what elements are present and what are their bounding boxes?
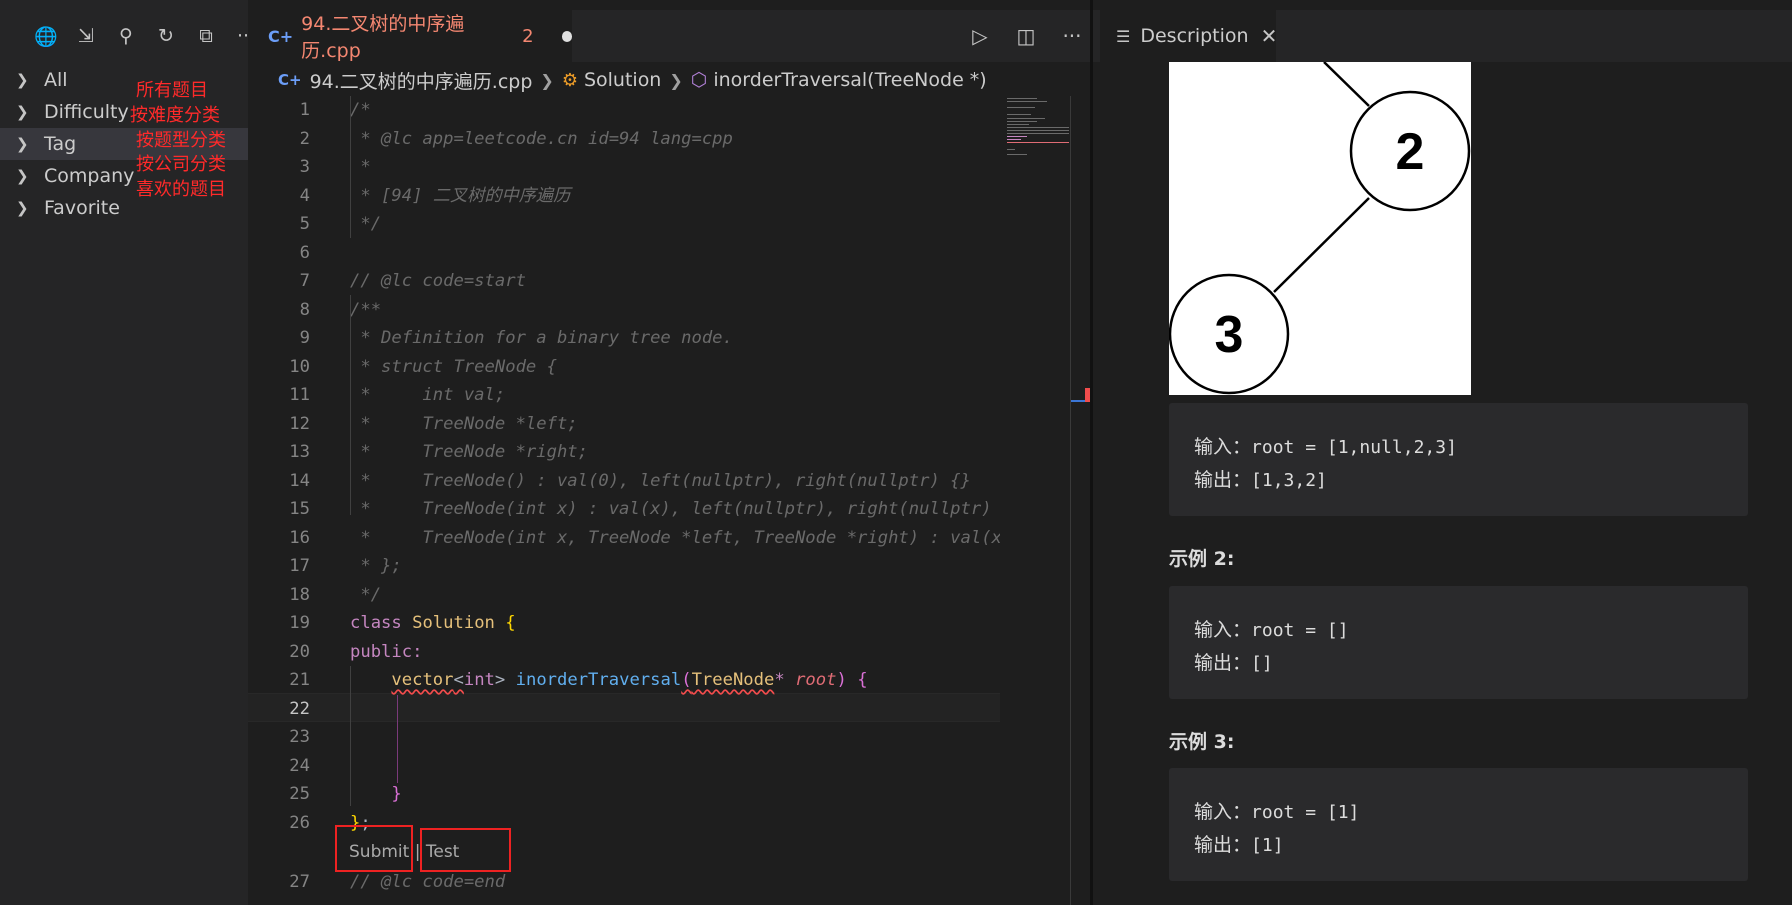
example-output-line: 输出：[1] — [1194, 834, 1284, 856]
code-line: 16 * TreeNode(int x, TreeNode *left, Tre… — [289, 527, 1000, 548]
breadcrumb-file[interactable]: 94.二叉树的中序遍历.cpp — [310, 67, 533, 94]
run-icon[interactable]: ▷ — [965, 22, 995, 50]
code-line: 9 * Definition for a binary tree node. — [299, 328, 733, 348]
code-line: 20 public: — [289, 641, 423, 662]
breadcrumb-class[interactable]: Solution — [584, 69, 661, 91]
test-highlight-box — [420, 828, 511, 872]
cpp-file-icon: C+ — [278, 71, 302, 89]
annotation-difficulty: 按难度分类 — [130, 105, 220, 126]
chevron-right-icon: ❯ — [669, 70, 683, 90]
code-line: 5 */ — [299, 214, 382, 234]
annotation-favorite: 喜欢的题目 — [136, 179, 226, 200]
chevron-right-icon: ❯ — [16, 167, 29, 185]
more-icon[interactable]: ··· — [1057, 22, 1087, 50]
code-line: 12 * TreeNode *left; — [289, 413, 578, 434]
problem-count-badge: 2 — [522, 25, 534, 47]
chevron-right-icon: ❯ — [540, 70, 554, 90]
sidebar-item-label: All — [44, 69, 68, 91]
editor-scrollbar[interactable] — [1070, 96, 1071, 905]
example-2-box: 输入：root = [] 输出：[] — [1169, 586, 1748, 699]
sidebar-item-label: Tag — [44, 133, 77, 155]
code-line: 11 * int val; — [289, 385, 506, 405]
chevron-right-icon: ❯ — [16, 103, 29, 121]
method-icon: ⬡ — [690, 69, 708, 91]
preview-icon: ☰ — [1116, 26, 1131, 46]
breadcrumb: C+ 94.二叉树的中序遍历.cpp ❯ ⚙ Solution ❯ ⬡ inor… — [278, 66, 987, 94]
binary-tree-image: 2 3 — [1169, 62, 1471, 395]
code-line: 19 class Solution { — [289, 613, 516, 633]
code-line: 2 * @lc app=leetcode.cn id=94 lang=cpp — [299, 128, 733, 149]
tab-description[interactable]: ☰ Description ✕ — [1100, 10, 1278, 62]
code-line: 17 * }; — [289, 556, 402, 576]
example-1-box: 输入：root = [1,null,2,3] 输出：[1,3,2] — [1169, 403, 1748, 516]
code-line: 13 * TreeNode *right; — [289, 442, 588, 462]
breadcrumb-method[interactable]: inorderTraversal(TreeNode *) — [713, 69, 986, 91]
code-line: 10 * struct TreeNode { — [289, 356, 557, 377]
sidebar-item-label: Favorite — [44, 197, 120, 219]
binary-tree-diagram: 2 3 — [1169, 62, 1471, 395]
code-line: 8/** — [299, 299, 382, 320]
tree-node-3-label: 3 — [1215, 306, 1244, 364]
example-output-line: 输出：[] — [1194, 652, 1273, 674]
code-line: 4 * [94] 二叉树的中序遍历 — [299, 185, 571, 206]
example-input-line: 输入：root = [1,null,2,3] — [1194, 436, 1457, 458]
chevron-right-icon: ❯ — [16, 135, 29, 153]
example-3-heading: 示例 3: — [1169, 731, 1235, 753]
annotation-tag: 按题型分类 — [136, 130, 226, 151]
chevron-right-icon: ❯ — [16, 199, 29, 217]
refresh-icon[interactable]: ↻ — [153, 23, 179, 49]
code-line: 3 * — [299, 157, 371, 177]
tab-title: 94.二叉树的中序遍历.cpp — [301, 13, 465, 62]
split-editor-icon[interactable]: ◫ — [1011, 22, 1041, 50]
code-line: 27// @lc code=end — [289, 872, 506, 892]
tree-node-2-label: 2 — [1396, 123, 1425, 181]
code-line: 15 * TreeNode(int x) : val(x), left(null… — [289, 499, 1000, 519]
code-line: 24 — [289, 755, 310, 776]
chevron-right-icon: ❯ — [16, 71, 29, 89]
collapse-all-icon[interactable]: ⧉ — [193, 23, 219, 49]
bracket-guide — [397, 695, 398, 783]
editor-tab[interactable]: C+ 94.二叉树的中序遍历.cpp 2 — [248, 10, 572, 62]
example-output-line: 输出：[1,3,2] — [1194, 469, 1327, 491]
indent-guide — [350, 96, 351, 238]
indent-guide — [350, 666, 351, 806]
code-line: 6 — [299, 242, 310, 263]
code-line: 7// @lc code=start — [299, 271, 526, 291]
code-line: 14 * TreeNode() : val(0), left(nullptr),… — [289, 470, 971, 491]
sidebar-toolbar: 🌐 ⇲ ⚲ ↻ ⧉ ··· — [33, 22, 259, 50]
globe-icon[interactable]: 🌐 — [33, 23, 59, 49]
submit-highlight-box — [335, 825, 413, 872]
annotation-company: 按公司分类 — [136, 154, 226, 175]
code-area[interactable]: 1/* 2 * @lc app=leetcode.cn id=94 lang=c… — [248, 96, 1000, 905]
code-line: 18 */ — [289, 584, 382, 605]
minimap[interactable] — [1005, 96, 1071, 905]
annotation-all: 所有题目 — [136, 80, 208, 101]
code-line: 23 — [289, 727, 310, 747]
search-icon[interactable]: ⚲ — [113, 23, 139, 49]
code-line: 22 — [289, 698, 310, 719]
example-2-heading: 示例 2: — [1169, 548, 1235, 570]
example-3-box: 输入：root = [1] 输出：[1] — [1169, 768, 1748, 881]
sidebar-item-label: Company — [44, 165, 135, 187]
editor-actions: ▷ ◫ ··· — [965, 22, 1087, 50]
sidebar-item-label: Difficulty — [44, 101, 129, 123]
code-line: 25 } — [289, 784, 402, 804]
example-input-line: 输入：root = [1] — [1194, 801, 1360, 823]
close-icon[interactable]: ✕ — [1261, 24, 1278, 48]
code-line: 1/* — [299, 100, 371, 120]
tab-description-label: Description — [1140, 25, 1249, 47]
indent-guide — [350, 295, 351, 515]
cpp-file-icon: C+ — [268, 26, 294, 46]
example-input-line: 输入：root = [] — [1194, 619, 1349, 641]
class-icon: ⚙ — [561, 69, 578, 91]
code-line: 21 vector<int> inorderTraversal(TreeNode… — [289, 670, 868, 690]
unsaved-dot-icon[interactable] — [561, 30, 572, 42]
sign-in-icon[interactable]: ⇲ — [73, 23, 99, 49]
